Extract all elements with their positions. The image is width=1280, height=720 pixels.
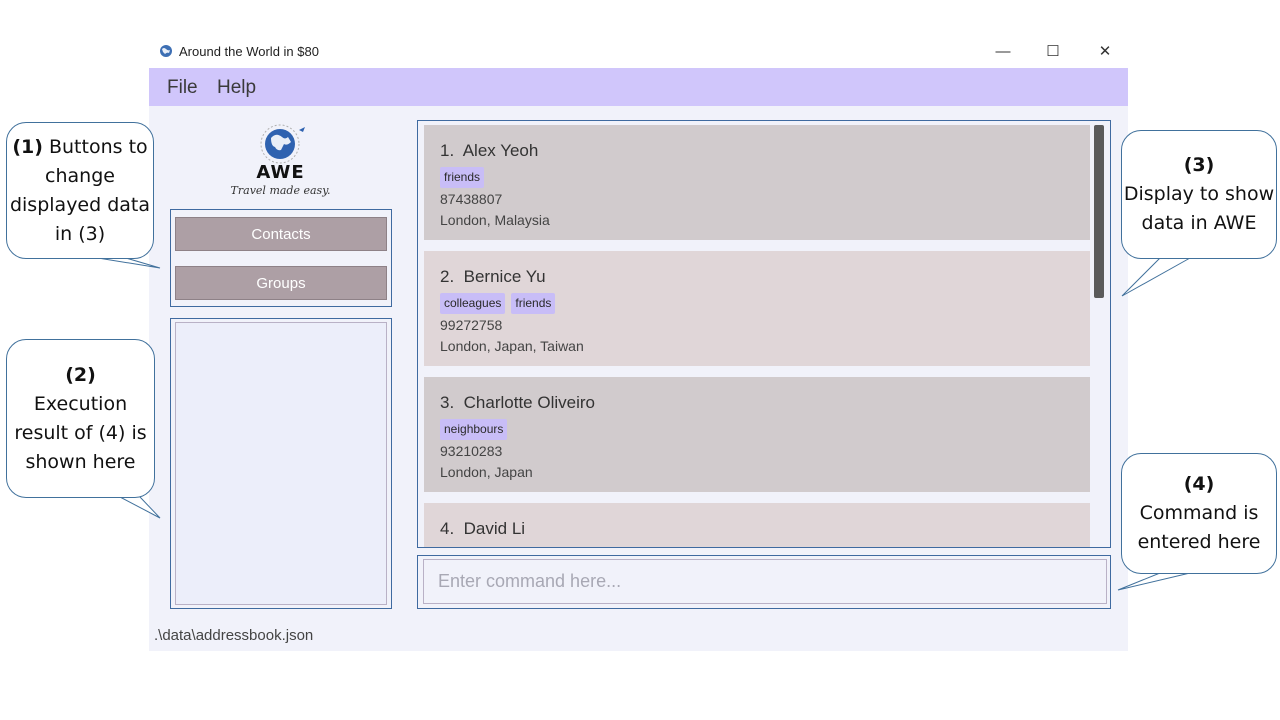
callout-number: (2): [65, 363, 96, 386]
callout-number: (3): [1183, 154, 1215, 176]
person-name: 4. David Li: [440, 519, 1074, 543]
tag-list: neighbours: [440, 419, 1074, 440]
menu-file[interactable]: File: [167, 77, 198, 99]
tag: friends: [511, 293, 556, 314]
person-index: 4.: [440, 519, 455, 538]
person-name-text: Bernice Yu: [463, 267, 546, 286]
person-countries: London, Japan, Taiwan: [440, 338, 584, 354]
tag: colleagues: [440, 293, 506, 314]
scrollbar-thumb[interactable]: [1094, 125, 1104, 298]
person-list-panel[interactable]: 1. Alex Yeoh friends 87438807 London, Ma…: [417, 120, 1111, 548]
tag: neighbours: [440, 419, 508, 440]
person-card[interactable]: 4. David Li: [424, 503, 1090, 547]
maximize-button[interactable]: ☐: [1030, 38, 1076, 64]
person-countries: London, Malaysia: [440, 212, 550, 228]
callout-result: (2) Execution result of (4) is shown here: [6, 339, 155, 498]
minimize-icon: —: [995, 42, 1011, 60]
tag-list: friends: [440, 167, 1074, 188]
status-bar: .\data\addressbook.json: [149, 619, 1128, 651]
person-card[interactable]: 3. Charlotte Oliveiro neighbours 9321028…: [424, 377, 1090, 492]
status-file-path: .\data\addressbook.json: [154, 627, 314, 644]
callout-text: Command is entered here: [1137, 502, 1261, 553]
person-countries: London, Japan: [440, 464, 533, 480]
menu-bar: File Help: [149, 68, 1128, 106]
result-display-panel: [170, 318, 392, 609]
command-input[interactable]: [423, 559, 1107, 604]
person-name-text: Alex Yeoh: [462, 141, 539, 160]
callout-number: (1): [12, 135, 43, 158]
command-box: [417, 555, 1111, 609]
contacts-button[interactable]: Contacts: [175, 217, 387, 251]
person-name: 2. Bernice Yu: [440, 267, 1074, 291]
callout-buttons: (1) Buttons to change displayed data in …: [6, 122, 154, 259]
callout-command: (4) Command is entered here: [1121, 453, 1277, 574]
person-index: 3.: [440, 393, 455, 412]
person-phone: 87438807: [440, 191, 503, 207]
person-name: 1. Alex Yeoh: [440, 141, 1074, 165]
app-window: Around the World in $80 — ☐ ✕ File Help …: [149, 34, 1128, 651]
callout-text: Display to show data in AWE: [1123, 183, 1275, 234]
tag: friends: [440, 167, 485, 188]
person-index: 1.: [440, 141, 455, 160]
callout-display: (3) Display to show data in AWE: [1121, 130, 1277, 259]
menu-help[interactable]: Help: [217, 77, 256, 99]
nav-button-panel: Contacts Groups: [170, 209, 392, 307]
callout-number: (4): [1183, 473, 1215, 495]
person-phone: 93210283: [440, 443, 503, 459]
minimize-button[interactable]: —: [980, 38, 1026, 64]
app-logo: AWE Travel made easy.: [231, 120, 330, 204]
person-card[interactable]: 1. Alex Yeoh friends 87438807 London, Ma…: [424, 125, 1090, 240]
result-display[interactable]: [175, 322, 387, 605]
globe-logo-icon: [260, 124, 305, 164]
person-name-text: David Li: [463, 519, 526, 538]
logo-tagline: Travel made easy.: [230, 184, 331, 197]
groups-button[interactable]: Groups: [175, 266, 387, 300]
window-title: Around the World in $80: [179, 44, 319, 59]
person-name: 3. Charlotte Oliveiro: [440, 393, 1074, 417]
globe-icon: [160, 45, 172, 57]
tag-list: colleagues friends: [440, 293, 1074, 314]
maximize-icon: ☐: [1046, 43, 1060, 60]
logo-title: AWE: [256, 162, 305, 183]
person-phone: 99272758: [440, 317, 503, 333]
title-bar[interactable]: Around the World in $80 — ☐ ✕: [149, 34, 1128, 68]
person-card[interactable]: 2. Bernice Yu colleagues friends 9927275…: [424, 251, 1090, 366]
person-index: 2.: [440, 267, 455, 286]
callout-text: Execution result of (4) is shown here: [14, 392, 147, 473]
close-icon: ✕: [1098, 43, 1112, 60]
close-button[interactable]: ✕: [1082, 38, 1128, 64]
person-name-text: Charlotte Oliveiro: [463, 393, 595, 412]
